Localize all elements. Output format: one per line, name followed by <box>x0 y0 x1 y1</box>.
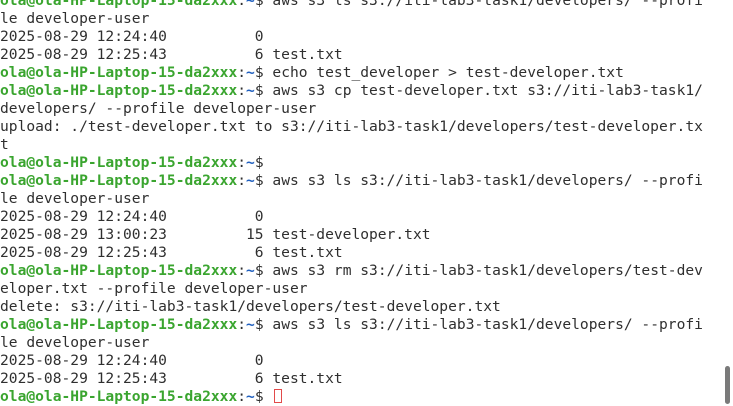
command-text: aws s3 cp test-developer.txt s3://iti-la… <box>263 82 703 99</box>
output-text: le developer-user <box>0 190 150 207</box>
output-text: 2025-08-29 12:25:43 6 test.txt <box>0 244 343 261</box>
prompt-user-host: ola@ola-HP-Laptop-15-da2xxx <box>0 0 238 9</box>
scrollbar-thumb[interactable] <box>725 366 730 404</box>
command-line: ola@ola-HP-Laptop-15-da2xxx:~$ aws s3 ls… <box>0 172 720 190</box>
output-text: 2025-08-29 12:24:40 0 <box>0 28 264 45</box>
output-line: 2025-08-29 12:25:43 6 test.txt <box>0 244 720 262</box>
command-line: ola@ola-HP-Laptop-15-da2xxx:~$ aws s3 rm… <box>0 262 720 280</box>
output-line: 2025-08-29 12:25:43 6 test.txt <box>0 46 720 64</box>
prompt-symbol: $ <box>254 0 264 9</box>
output-line: le developer-user <box>0 10 720 28</box>
prompt-path: ~ <box>246 316 255 333</box>
prompt-separator: : <box>237 388 247 405</box>
prompt-separator: : <box>237 82 247 99</box>
prompt-user-host: ola@ola-HP-Laptop-15-da2xxx <box>0 262 238 279</box>
prompt-separator: : <box>237 262 247 279</box>
command-text: echo test_developer > test-developer.txt <box>263 64 624 81</box>
output-text: 2025-08-29 12:25:43 6 test.txt <box>0 46 343 63</box>
output-text: le developer-user <box>0 10 150 27</box>
prompt-user-host: ola@ola-HP-Laptop-15-da2xxx <box>0 172 238 189</box>
prompt-path: ~ <box>246 172 255 189</box>
output-line: upload: ./test-developer.txt to s3://iti… <box>0 118 720 136</box>
output-text: developers/ --profile developer-user <box>0 100 317 117</box>
output-text: upload: ./test-developer.txt to s3://iti… <box>0 118 703 135</box>
output-line: 2025-08-29 12:24:40 0 <box>0 352 720 370</box>
prompt-user-host: ola@ola-HP-Laptop-15-da2xxx <box>0 64 238 81</box>
command-text: aws s3 rm s3://iti-lab3-task1/developers… <box>263 262 703 279</box>
text-cursor <box>274 389 283 403</box>
command-text: aws s3 ls s3://iti-lab3-task1/developers… <box>263 316 703 333</box>
output-line: 2025-08-29 13:00:23 15 test-developer.tx… <box>0 226 720 244</box>
prompt-symbol: $ <box>254 82 264 99</box>
prompt-separator: : <box>237 0 247 9</box>
command-line: ola@ola-HP-Laptop-15-da2xxx:~$ aws s3 cp… <box>0 82 720 100</box>
prompt-symbol: $ <box>254 172 264 189</box>
prompt-path: ~ <box>246 154 255 171</box>
output-line: le developer-user <box>0 334 720 352</box>
prompt-path: ~ <box>246 64 255 81</box>
output-text: 2025-08-29 12:24:40 0 <box>0 208 264 225</box>
output-line: 2025-08-29 12:24:40 0 <box>0 28 720 46</box>
output-text: 2025-08-29 13:00:23 15 test-developer.tx… <box>0 226 431 243</box>
prompt-separator: : <box>237 172 247 189</box>
terminal-output[interactable]: ola@ola-HP-Laptop-15-da2xxx:~$ aws s3 ls… <box>0 0 720 406</box>
prompt-symbol: $ <box>254 262 264 279</box>
command-line: ola@ola-HP-Laptop-15-da2xxx:~$ aws s3 ls… <box>0 316 720 334</box>
prompt-separator: : <box>237 64 247 81</box>
command-text: aws s3 ls s3://iti-lab3-task1/developers… <box>263 0 703 9</box>
command-line: ola@ola-HP-Laptop-15-da2xxx:~$ aws s3 ls… <box>0 0 720 10</box>
command-line: ola@ola-HP-Laptop-15-da2xxx:~$ <box>0 388 720 406</box>
prompt-symbol: $ <box>254 316 264 333</box>
prompt-separator: : <box>237 154 247 171</box>
command-text: aws s3 ls s3://iti-lab3-task1/developers… <box>263 172 703 189</box>
output-line: t <box>0 136 720 154</box>
output-line: delete: s3://iti-lab3-task1/developers/t… <box>0 298 720 316</box>
output-line: 2025-08-29 12:25:43 6 test.txt <box>0 370 720 388</box>
output-text: le developer-user <box>0 334 150 351</box>
command-line: ola@ola-HP-Laptop-15-da2xxx:~$ <box>0 154 720 172</box>
prompt-user-host: ola@ola-HP-Laptop-15-da2xxx <box>0 316 238 333</box>
output-text: delete: s3://iti-lab3-task1/developers/t… <box>0 298 501 315</box>
prompt-separator: : <box>237 316 247 333</box>
output-line: eloper.txt --profile developer-user <box>0 280 720 298</box>
command-line: ola@ola-HP-Laptop-15-da2xxx:~$ echo test… <box>0 64 720 82</box>
terminal-scrollbar[interactable] <box>721 0 733 405</box>
prompt-symbol: $ <box>254 388 264 405</box>
output-text: 2025-08-29 12:25:43 6 test.txt <box>0 370 343 387</box>
prompt-user-host: ola@ola-HP-Laptop-15-da2xxx <box>0 154 238 171</box>
prompt-user-host: ola@ola-HP-Laptop-15-da2xxx <box>0 388 238 405</box>
command-text[interactable] <box>264 388 273 405</box>
prompt-user-host: ola@ola-HP-Laptop-15-da2xxx <box>0 82 238 99</box>
prompt-symbol: $ <box>254 154 264 171</box>
prompt-symbol: $ <box>254 64 264 81</box>
prompt-path: ~ <box>246 0 255 9</box>
output-line: developers/ --profile developer-user <box>0 100 720 118</box>
output-text: 2025-08-29 12:24:40 0 <box>0 352 264 369</box>
prompt-path: ~ <box>246 82 255 99</box>
output-text: t <box>0 136 9 153</box>
prompt-path: ~ <box>246 262 255 279</box>
output-line: le developer-user <box>0 190 720 208</box>
output-text: eloper.txt --profile developer-user <box>0 280 308 297</box>
output-line: 2025-08-29 12:24:40 0 <box>0 208 720 226</box>
prompt-path: ~ <box>246 388 255 405</box>
